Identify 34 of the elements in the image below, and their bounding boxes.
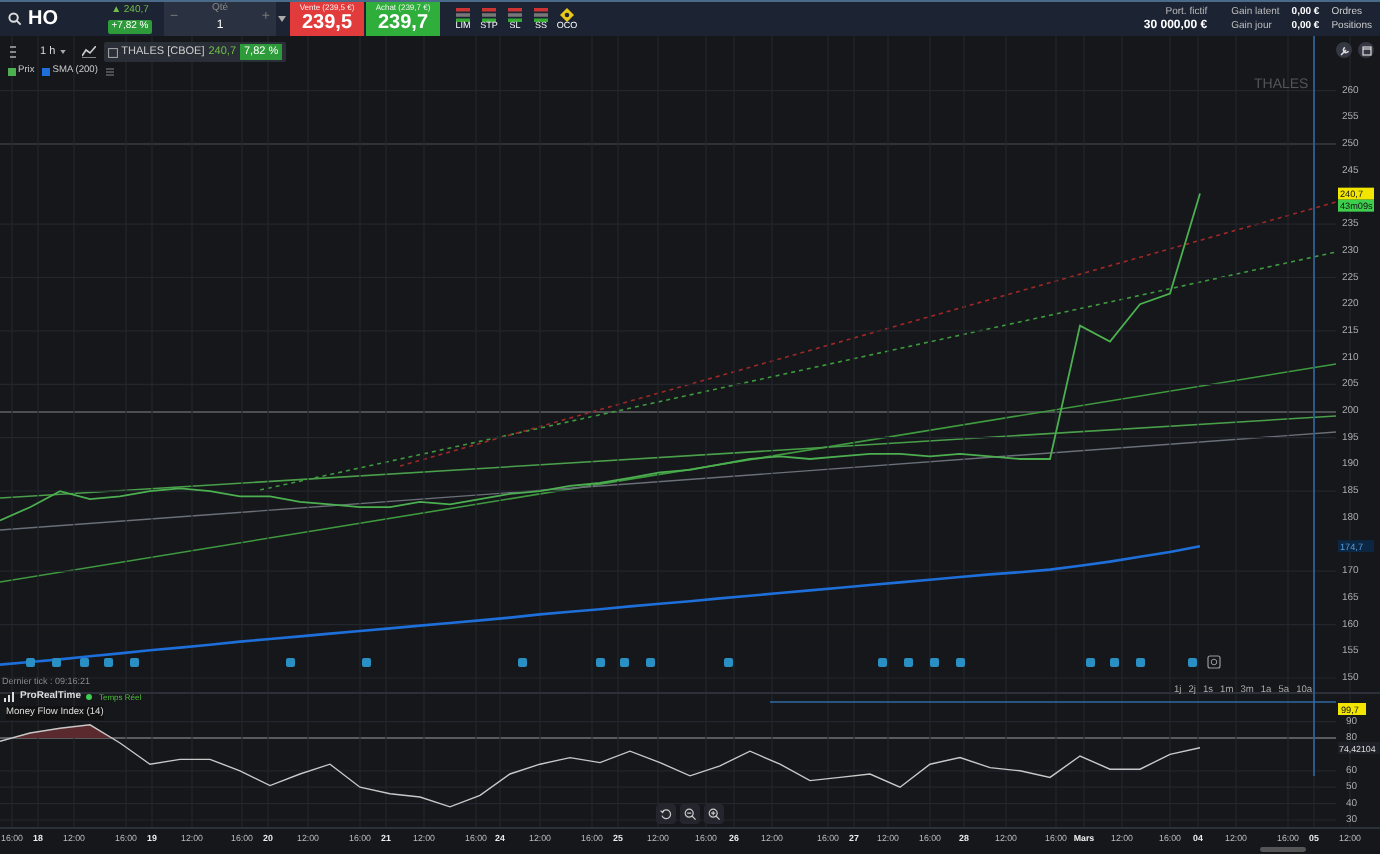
- event-icon: [130, 658, 139, 667]
- wrench-icon[interactable]: [1336, 42, 1352, 58]
- zoom-in-button[interactable]: [704, 804, 724, 824]
- event-icon: [1110, 658, 1119, 667]
- event-icon: [930, 658, 939, 667]
- caret-icon[interactable]: [278, 16, 286, 22]
- event-icon: [620, 658, 629, 667]
- chart-icon: [107, 47, 118, 58]
- event-icon: [362, 658, 371, 667]
- search-icon: [8, 12, 22, 26]
- chart-type-icon[interactable]: [81, 46, 96, 59]
- event-icon: [646, 658, 655, 667]
- event-icon: [878, 658, 887, 667]
- drag-handle-icon[interactable]: [10, 46, 16, 59]
- event-icon: [596, 658, 605, 667]
- event-icon: [52, 658, 61, 667]
- event-icon: [724, 658, 733, 667]
- caret-icon: [59, 50, 66, 55]
- event-icon: [904, 658, 913, 667]
- reset-zoom-button[interactable]: [656, 804, 676, 824]
- event-icon: [286, 658, 295, 667]
- event-icon: [956, 658, 965, 667]
- scrollbar: [1260, 847, 1306, 852]
- signal-icon: [4, 692, 14, 703]
- event-icon: [26, 658, 35, 667]
- event-icon: [518, 658, 527, 667]
- event-icon: [80, 658, 89, 667]
- window-icon[interactable]: [1358, 42, 1374, 58]
- zoom-out-button[interactable]: [680, 804, 700, 824]
- event-icon: [1136, 658, 1145, 667]
- event-icon: [1086, 658, 1095, 667]
- event-icon: [104, 658, 113, 667]
- symbol-search[interactable]: HO: [0, 2, 100, 36]
- event-icon: [1188, 658, 1197, 667]
